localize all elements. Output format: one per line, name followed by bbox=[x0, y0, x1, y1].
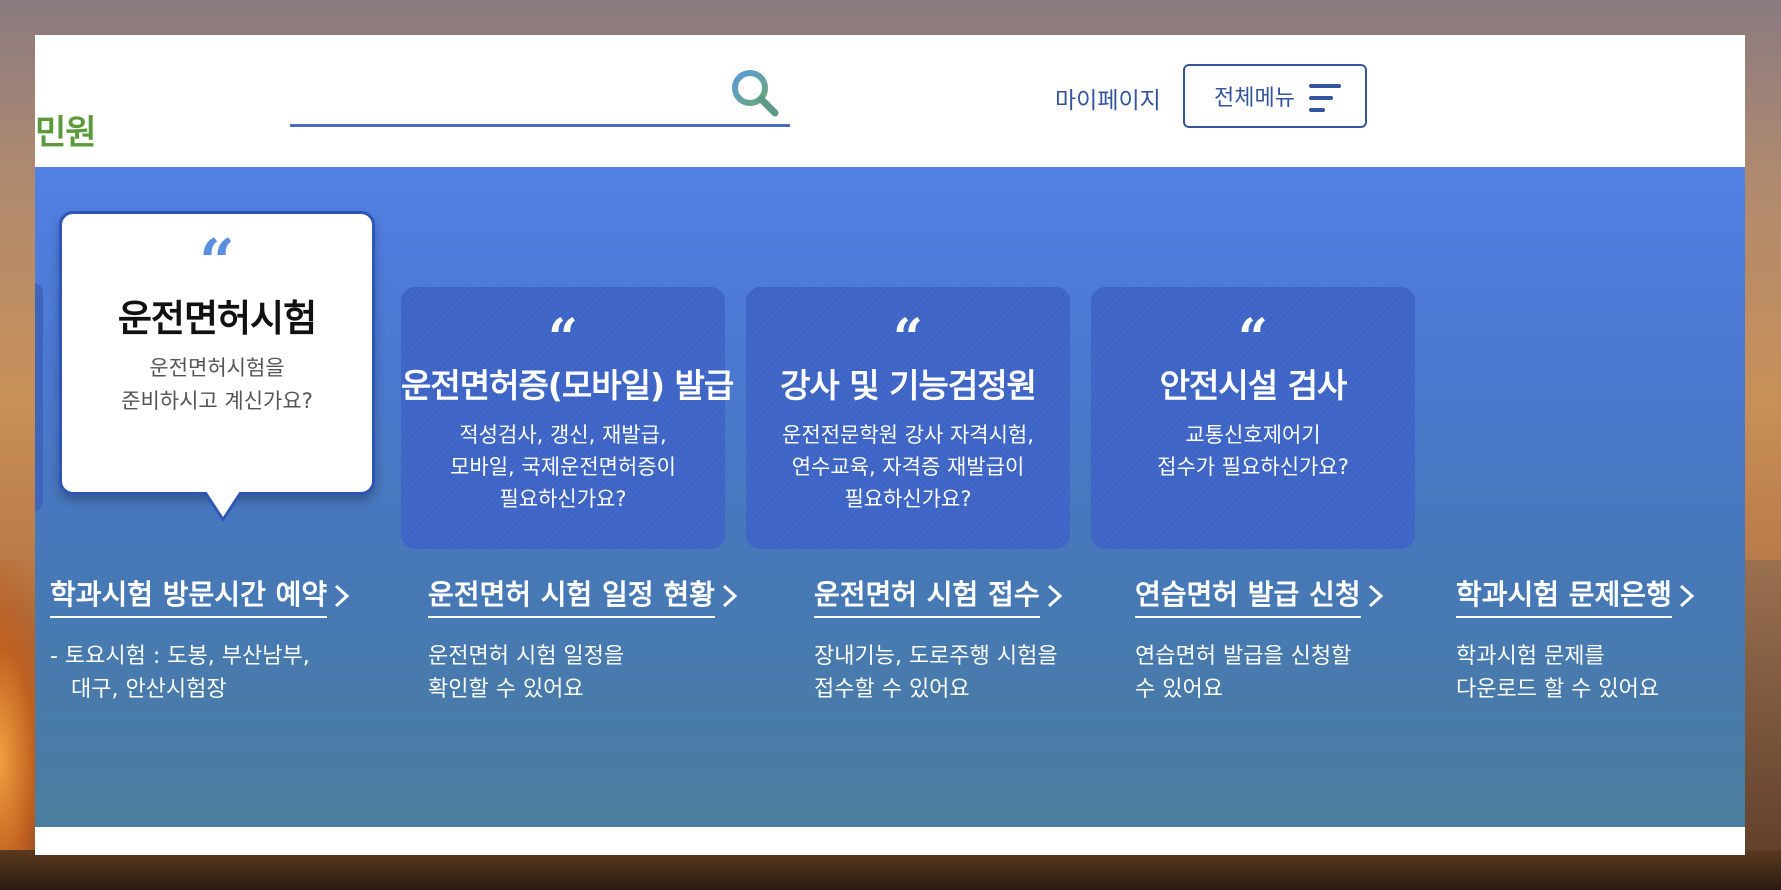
hamburger-menu-icon bbox=[1309, 84, 1341, 112]
speech-tail-inner bbox=[206, 491, 240, 517]
search-icon bbox=[732, 70, 779, 117]
all-menu-button[interactable]: 전체메뉴 bbox=[1183, 64, 1367, 128]
link-description: 장내기능, 도로주행 시험을 접수할 수 있어요 bbox=[814, 644, 1058, 702]
link-title[interactable]: 학과시험 방문시간 예약 bbox=[50, 573, 353, 618]
mypage-link[interactable]: 마이페이지 bbox=[1055, 81, 1161, 115]
link-description: 연습면허 발급을 신청할 수 있어요 bbox=[1135, 644, 1352, 702]
quote-icon: “ bbox=[1238, 308, 1268, 369]
site-logo[interactable]: 민원 bbox=[35, 105, 97, 154]
card-description: 적성검사, 갱신, 재발급, 모바일, 국제운전면허증이 필요하신가요? bbox=[450, 423, 676, 511]
chevron-right-icon bbox=[722, 584, 738, 607]
previous-card-edge[interactable] bbox=[35, 283, 43, 511]
chevron-right-icon bbox=[1047, 584, 1062, 607]
link-learner-permit: 연습면허 발급 신청 연습면허 발급을 신청할 수 있어요 bbox=[1135, 573, 1387, 706]
search-button[interactable] bbox=[728, 67, 782, 121]
card-driving-test[interactable]: “ 운전면허시험 운전면허시험을 준비하시고 계신가요? bbox=[59, 211, 375, 522]
card-description: 운전면허시험을 준비하시고 계신가요? bbox=[121, 356, 313, 413]
chevron-right-icon bbox=[1679, 584, 1695, 607]
service-panel: “ 운전면허시험 운전면허시험을 준비하시고 계신가요? “ 운전면허증(모바일… bbox=[35, 167, 1745, 827]
card-title: 강사 및 기능검정원 bbox=[780, 366, 1037, 405]
link-description: 학과시험 문제를 다운로드 할 수 있어요 bbox=[1456, 644, 1660, 702]
footer-strip bbox=[35, 827, 1745, 855]
card-title: 운전면허시험 bbox=[117, 297, 317, 340]
link-description: 운전면허 시험 일정을 확인할 수 있어요 bbox=[428, 644, 625, 702]
card-title: 운전면허증(모바일) 발급 bbox=[401, 366, 734, 405]
link-title[interactable]: 운전면허 시험 일정 현황 bbox=[428, 573, 741, 618]
link-test-application: 운전면허 시험 접수 장내기능, 도로주행 시험을 접수할 수 있어요 bbox=[814, 573, 1066, 706]
search-input[interactable] bbox=[290, 65, 730, 123]
link-title[interactable]: 학과시험 문제은행 bbox=[1456, 573, 1698, 618]
link-description: - 토요시험 : 도봉, 부산남부, 대구, 안산시험장 bbox=[50, 644, 310, 702]
card-description: 운전전문학원 강사 자격시험, 연수교육, 자격증 재발급이 필요하신가요? bbox=[782, 423, 1034, 511]
card-safety-inspection[interactable]: “ 안전시설 검사 교통신호제어기 접수가 필요하신가요? bbox=[1091, 287, 1415, 549]
search-bar bbox=[290, 65, 790, 127]
card-title: 안전시설 검사 bbox=[1159, 366, 1348, 405]
site-header: 민원 마이페이지 전체메뉴 bbox=[35, 35, 1745, 167]
link-title[interactable]: 운전면허 시험 접수 bbox=[814, 573, 1066, 618]
card-license-issue[interactable]: “ 운전면허증(모바일) 발급 적성검사, 갱신, 재발급, 모바일, 국제운전… bbox=[401, 287, 734, 549]
page-frame: 민원 마이페이지 전체메뉴 “ 운전면허시험 운전면허시험을 준비하시고 계신가… bbox=[35, 35, 1745, 855]
card-description: 교통신호제어기 접수가 필요하신가요? bbox=[1157, 423, 1349, 479]
chevron-right-icon bbox=[335, 584, 350, 607]
quote-icon: “ bbox=[548, 308, 578, 369]
background-right bbox=[1745, 560, 1781, 890]
link-question-bank: 학과시험 문제은행 학과시험 문제를 다운로드 할 수 있어요 bbox=[1456, 573, 1698, 706]
all-menu-label: 전체메뉴 bbox=[1214, 86, 1295, 111]
link-title[interactable]: 연습면허 발급 신청 bbox=[1135, 573, 1387, 618]
link-written-test-reservation: 학과시험 방문시간 예약 - 토요시험 : 도봉, 부산남부, 대구, 안산시험… bbox=[50, 573, 353, 706]
link-test-schedule: 운전면허 시험 일정 현황 운전면허 시험 일정을 확인할 수 있어요 bbox=[428, 573, 741, 706]
chevron-right-icon bbox=[1368, 584, 1383, 607]
quote-icon: “ bbox=[893, 308, 923, 369]
card-instructor[interactable]: “ 강사 및 기능검정원 운전전문학원 강사 자격시험, 연수교육, 자격증 재… bbox=[746, 287, 1070, 549]
quote-icon: “ bbox=[199, 225, 235, 298]
background-trees bbox=[0, 850, 1781, 890]
